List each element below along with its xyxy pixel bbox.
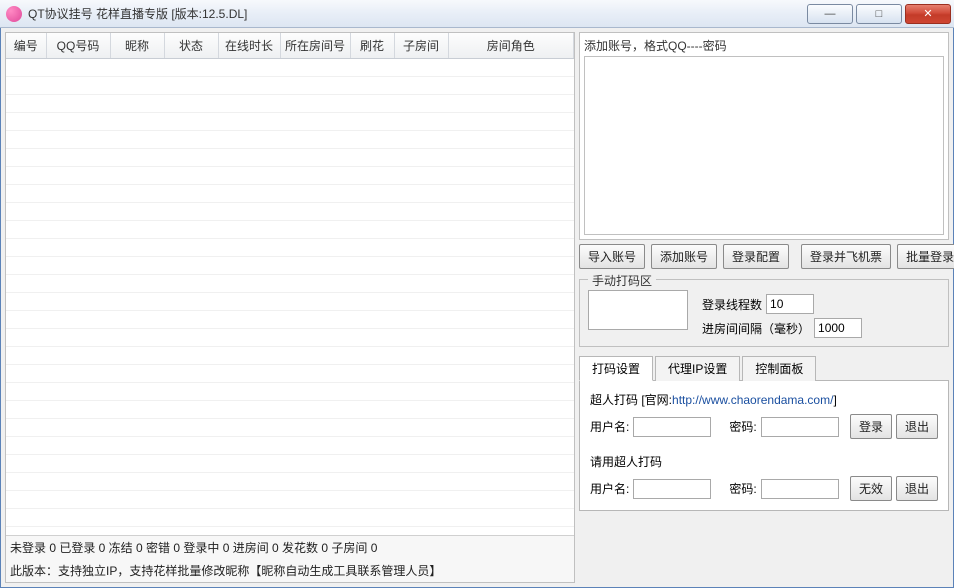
table-row[interactable] — [6, 347, 574, 365]
tab-body: 超人打码 [官网:http://www.chaorendama.com/] 用户… — [579, 381, 949, 511]
table-row[interactable] — [6, 419, 574, 437]
add-account-area: 添加账号，格式QQ----密码 — [579, 32, 949, 240]
table-row[interactable] — [6, 455, 574, 473]
table-row[interactable] — [6, 221, 574, 239]
settings-tabs: 打码设置 代理IP设置 控制面板 超人打码 [官网:http://www.cha… — [579, 355, 949, 511]
add-account-button[interactable]: 添加账号 — [651, 244, 717, 269]
status-bar: 未登录 0 已登录 0 冻结 0 密错 0 登录中 0 进房间 0 发花数 0 … — [6, 535, 574, 559]
manual-captcha-area: 手动打码区 登录线程数 进房间间隔（毫秒） — [579, 279, 949, 347]
login-config-button[interactable]: 登录配置 — [723, 244, 789, 269]
table-row[interactable] — [6, 167, 574, 185]
table-row[interactable] — [6, 401, 574, 419]
tab-proxy-settings[interactable]: 代理IP设置 — [655, 356, 740, 381]
chaoren2-pass-input[interactable] — [761, 479, 839, 499]
add-account-input[interactable] — [584, 56, 944, 235]
col-nick[interactable]: 昵称 — [110, 33, 164, 59]
col-qq[interactable]: QQ号码 — [46, 33, 110, 59]
minimize-button[interactable]: — — [807, 4, 853, 24]
col-online[interactable]: 在线时长 — [218, 33, 280, 59]
chaoren-logout-button[interactable]: 退出 — [896, 414, 938, 439]
table-row[interactable] — [6, 275, 574, 293]
close-button[interactable]: ✕ — [905, 4, 951, 24]
col-room[interactable]: 所在房间号 — [280, 33, 350, 59]
table-row[interactable] — [6, 239, 574, 257]
col-id[interactable]: 编号 — [6, 33, 46, 59]
table-row[interactable] — [6, 131, 574, 149]
chaoren-login-button[interactable]: 登录 — [850, 414, 892, 439]
manual-captcha-legend: 手动打码区 — [588, 272, 656, 289]
tab-control-panel[interactable]: 控制面板 — [742, 356, 816, 381]
chaoren2-user-input[interactable] — [633, 479, 711, 499]
table-row[interactable] — [6, 311, 574, 329]
client-area: 编号 QQ号码 昵称 状态 在线时长 所在房间号 刷花 子房间 房间角色 未登录… — [0, 28, 954, 588]
interval-label: 进房间间隔（毫秒） — [702, 320, 810, 337]
chaoren-title: 超人打码 [官网:http://www.chaorendama.com/] — [590, 391, 938, 408]
maximize-button[interactable]: □ — [856, 4, 902, 24]
table-row[interactable] — [6, 383, 574, 401]
title-bar: QT协议挂号 花样直播专版 [版本:12.5.DL] — □ ✕ — [0, 0, 954, 28]
table-row[interactable] — [6, 509, 574, 527]
table-row[interactable] — [6, 185, 574, 203]
table-row[interactable] — [6, 491, 574, 509]
threads-label: 登录线程数 — [702, 296, 762, 313]
table-row[interactable] — [6, 203, 574, 221]
chaoren2-title: 请用超人打码 — [590, 453, 938, 470]
table-row[interactable] — [6, 437, 574, 455]
table-row[interactable] — [6, 59, 574, 77]
chaoren2-logout-button[interactable]: 退出 — [896, 476, 938, 501]
chaoren-url[interactable]: http://www.chaorendama.com/ — [672, 393, 833, 407]
chaoren2-invalid-button[interactable]: 无效 — [850, 476, 892, 501]
action-button-row: 导入账号 添加账号 登录配置 登录并飞机票 批量登录 — [579, 244, 949, 269]
table-row[interactable] — [6, 527, 574, 536]
threads-input[interactable] — [766, 294, 814, 314]
tab-captcha-settings[interactable]: 打码设置 — [579, 356, 653, 381]
col-subroom[interactable]: 子房间 — [394, 33, 448, 59]
add-account-label: 添加账号，格式QQ----密码 — [584, 37, 944, 54]
window-controls: — □ ✕ — [807, 4, 954, 24]
table-row[interactable] — [6, 293, 574, 311]
captcha-image[interactable] — [588, 290, 688, 330]
table-row[interactable] — [6, 149, 574, 167]
table-row[interactable] — [6, 365, 574, 383]
import-accounts-button[interactable]: 导入账号 — [579, 244, 645, 269]
table-row[interactable] — [6, 95, 574, 113]
left-panel: 编号 QQ号码 昵称 状态 在线时长 所在房间号 刷花 子房间 房间角色 未登录… — [5, 32, 575, 583]
chaoren2-pass-label: 密码: — [729, 480, 756, 497]
col-role[interactable]: 房间角色 — [448, 33, 574, 59]
chaoren-pass-input[interactable] — [761, 417, 839, 437]
version-note: 此版本：支持独立IP，支持花样批量修改昵称【昵称自动生成工具联系管理人员】 — [6, 559, 574, 582]
app-icon — [6, 6, 22, 22]
chaoren-pass-label: 密码: — [729, 418, 756, 435]
interval-input[interactable] — [814, 318, 862, 338]
batch-login-button[interactable]: 批量登录 — [897, 244, 954, 269]
col-status[interactable]: 状态 — [164, 33, 218, 59]
table-row[interactable] — [6, 473, 574, 491]
table-row[interactable] — [6, 329, 574, 347]
chaoren-user-label: 用户名: — [590, 418, 629, 435]
account-table[interactable]: 编号 QQ号码 昵称 状态 在线时长 所在房间号 刷花 子房间 房间角色 — [6, 33, 574, 535]
table-row[interactable] — [6, 113, 574, 131]
right-panel: 添加账号，格式QQ----密码 导入账号 添加账号 登录配置 登录并飞机票 批量… — [579, 32, 949, 583]
table-row[interactable] — [6, 257, 574, 275]
login-fly-ticket-button[interactable]: 登录并飞机票 — [801, 244, 891, 269]
table-row[interactable] — [6, 77, 574, 95]
chaoren-user-input[interactable] — [633, 417, 711, 437]
col-flower[interactable]: 刷花 — [350, 33, 394, 59]
chaoren2-user-label: 用户名: — [590, 480, 629, 497]
window-title: QT协议挂号 花样直播专版 [版本:12.5.DL] — [28, 5, 247, 22]
